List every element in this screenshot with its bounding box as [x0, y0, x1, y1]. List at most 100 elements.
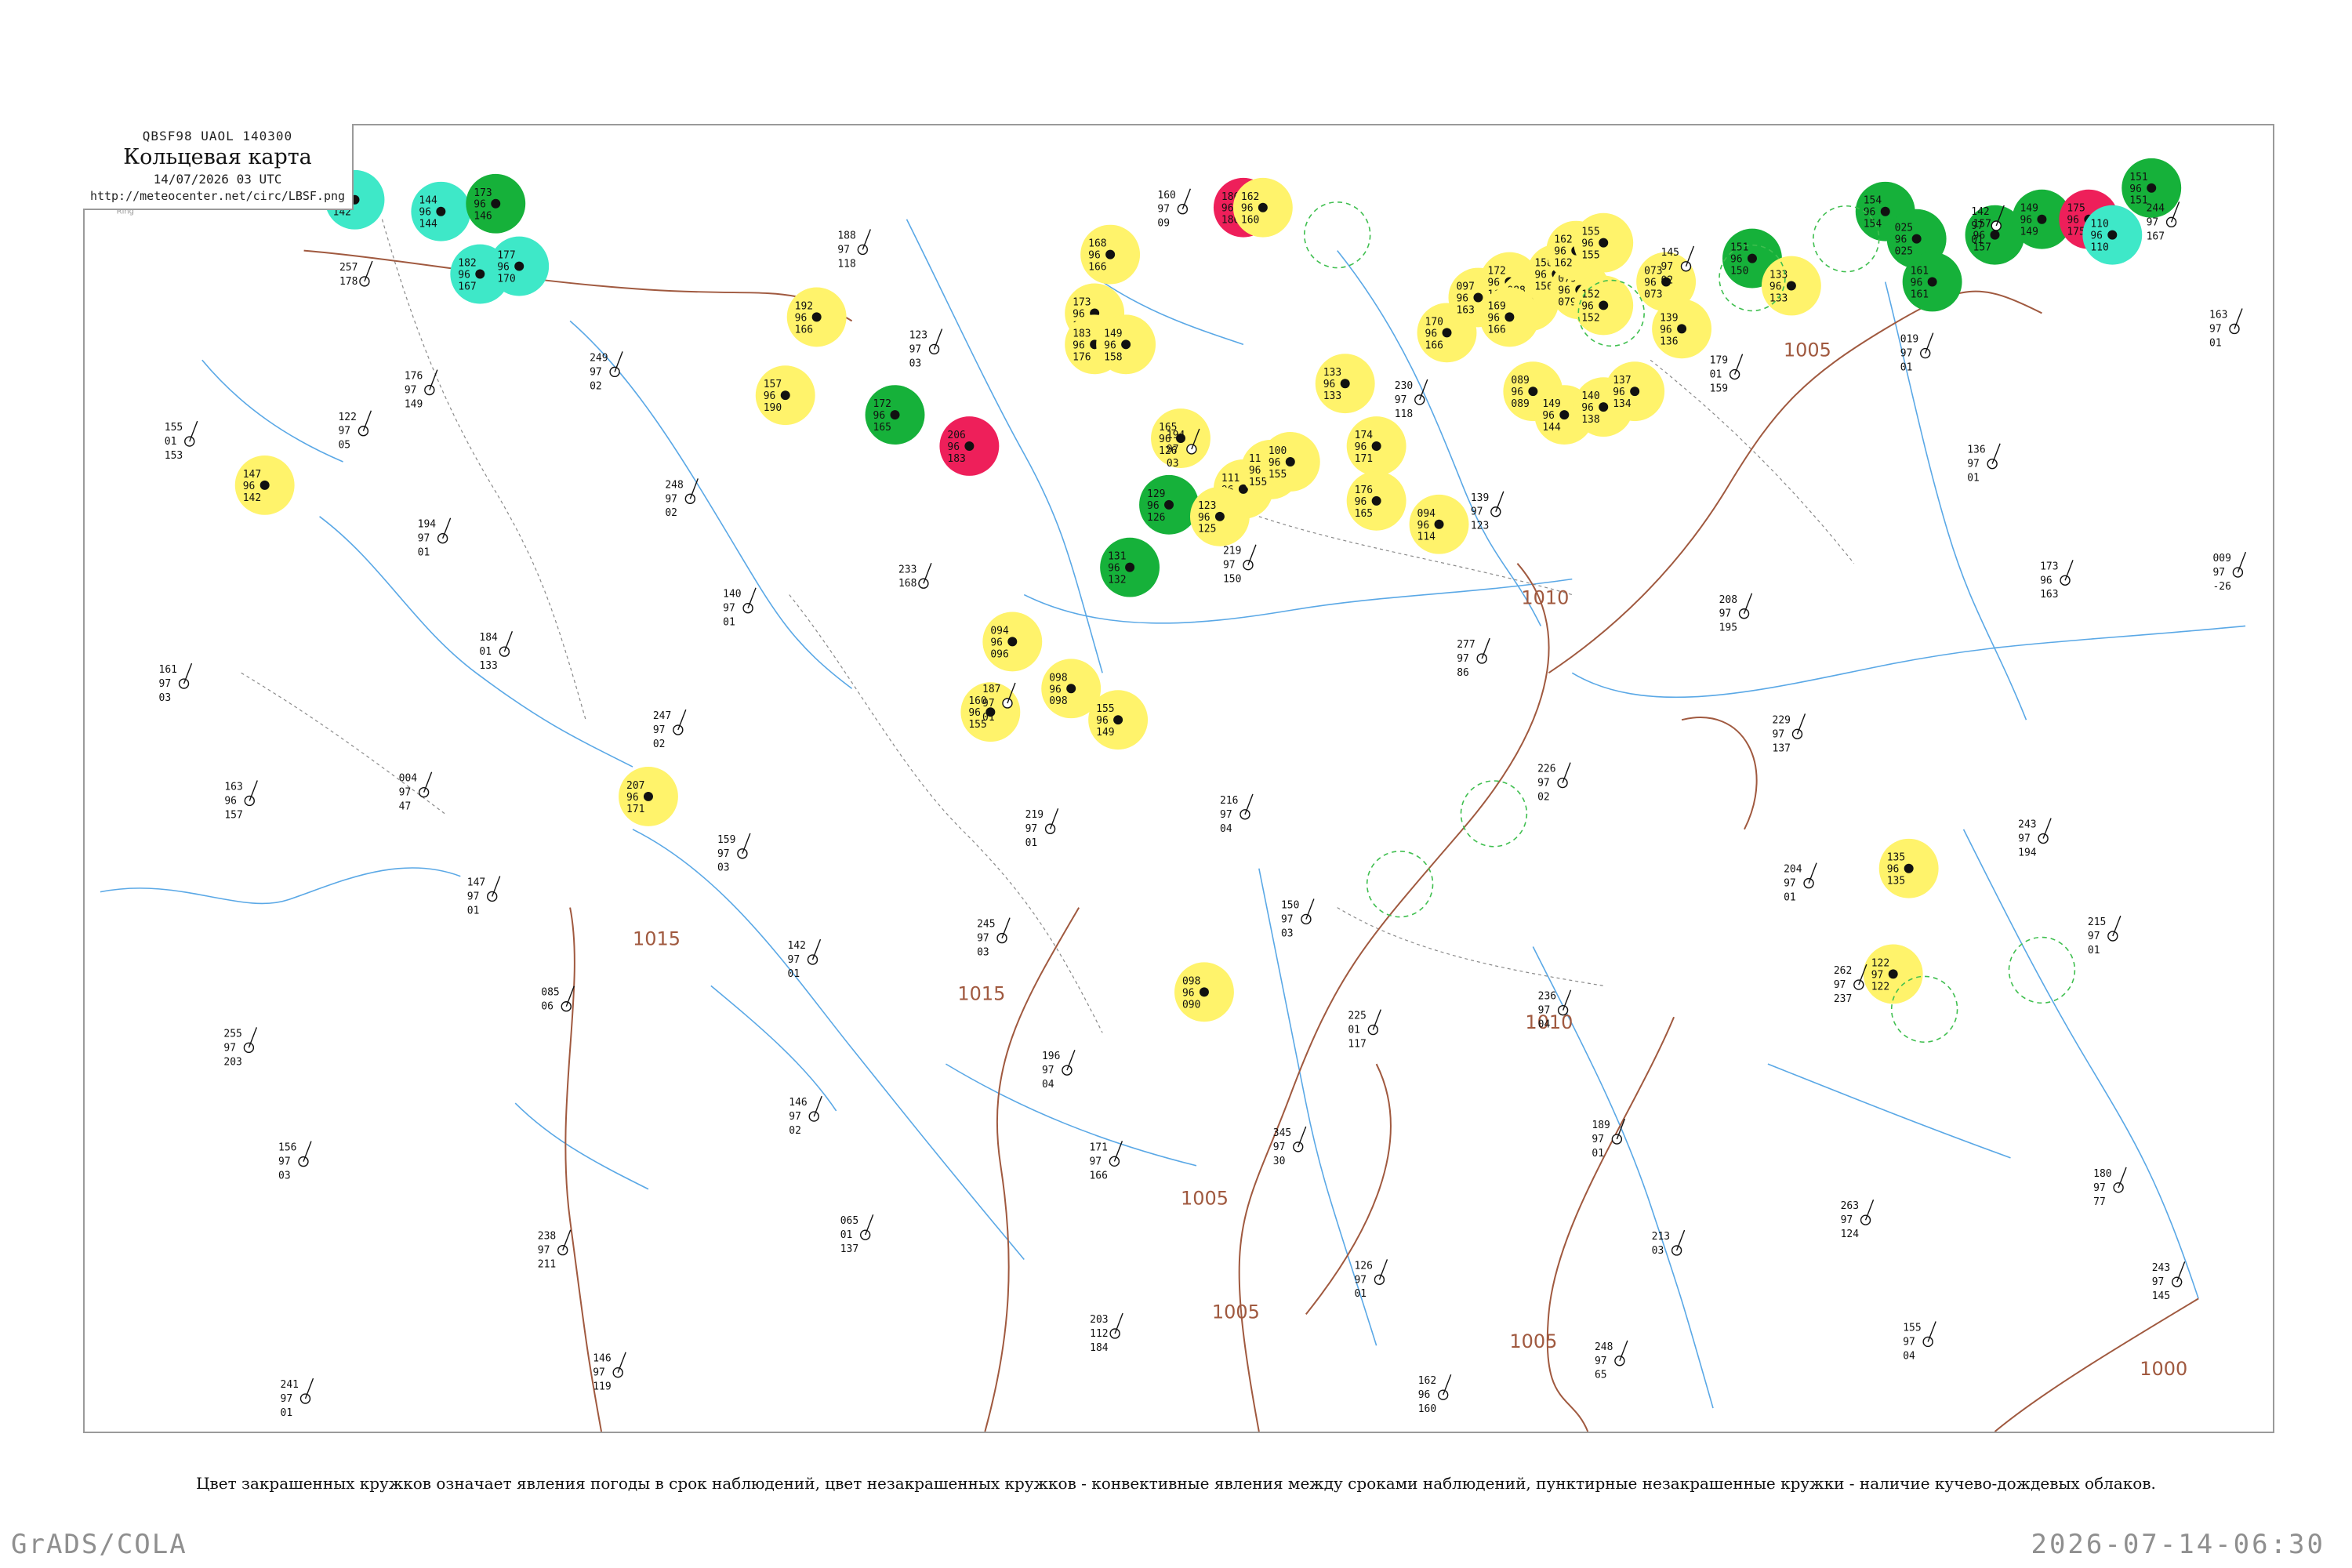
- station-plot[interactable]: 065 01 137: [840, 1214, 874, 1255]
- weather-circle-green[interactable]: 17296165: [865, 385, 925, 445]
- station-plot[interactable]: 225 01 117: [1348, 1009, 1381, 1051]
- station-plot[interactable]: 244 97 167: [2147, 201, 2180, 242]
- station-plot[interactable]: 194 97 01: [418, 517, 452, 559]
- station-plot[interactable]: 009 97 -26: [2212, 551, 2247, 593]
- station-plot[interactable]: 226 97 02: [1537, 762, 1571, 804]
- station-plot[interactable]: 163 96 157: [224, 780, 258, 822]
- station-plot[interactable]: 229 97 137: [1773, 713, 1806, 754]
- station-plot[interactable]: 155 97 04: [1903, 1321, 1936, 1363]
- station-plot[interactable]: 188 97 118: [837, 229, 871, 270]
- weather-circle-yellow[interactable]: 17696165: [1346, 470, 1406, 531]
- station-plot[interactable]: 019 97 01: [1900, 332, 1934, 374]
- station-plot[interactable]: 08506: [541, 985, 575, 1013]
- station-plot[interactable]: 203 112 184: [1090, 1312, 1123, 1354]
- station-plot[interactable]: 243 97 145: [2152, 1261, 2186, 1302]
- station-plot[interactable]: 184 01 133: [479, 630, 514, 672]
- station-plot[interactable]: 216 97 04: [1220, 793, 1254, 835]
- weather-code: 97: [1592, 1134, 1604, 1145]
- weather-circle-yellow[interactable]: 13396133: [1315, 354, 1375, 414]
- station-plot[interactable]: 150 97 03: [1281, 898, 1315, 940]
- station-plot[interactable]: 161 97 03: [159, 662, 193, 704]
- station-plot[interactable]: 277 97 86: [1457, 637, 1490, 679]
- station-plot[interactable]: 123 97 03: [909, 328, 943, 369]
- station-plot[interactable]: 215 97 01: [2088, 915, 2122, 956]
- station-plot[interactable]: 142 97 01: [788, 938, 822, 980]
- station-plot[interactable]: 004 97 47: [399, 771, 433, 813]
- weather-circle-yellow[interactable]: 15296152: [1573, 275, 1634, 336]
- source-url[interactable]: http://meteocenter.net/circ/LBSF.png: [83, 189, 352, 203]
- weather-circle-yellow[interactable]: 19296166: [786, 287, 847, 347]
- station-plot[interactable]: 247 97 02: [653, 709, 687, 750]
- station-plot[interactable]: 248 97 02: [665, 478, 699, 519]
- weather-circle-red[interactable]: 20696183: [939, 416, 1000, 476]
- station-plot[interactable]: 263 97 124: [1841, 1200, 1875, 1240]
- weather-circle-green[interactable]: 16196161: [1902, 252, 1962, 312]
- weather-circle-cyan[interactable]: 14496144: [411, 181, 471, 241]
- weather-circle-green[interactable]: 17396146: [466, 173, 526, 234]
- station-plot[interactable]: 196 97 04: [1042, 1049, 1076, 1091]
- weather-circle-yellow[interactable]: 13396133: [1761, 256, 1821, 316]
- weather-circle-yellow[interactable]: 10096155: [1260, 432, 1320, 492]
- weather-circle-yellow[interactable]: 13596135: [1878, 838, 1939, 898]
- station-plot[interactable]: 173 96 163: [2040, 560, 2074, 601]
- weather-circle-yellow[interactable]: 16296160: [1232, 177, 1293, 238]
- pressure-value: 149: [1104, 328, 1122, 339]
- station-plot[interactable]: 156 97 03: [278, 1141, 312, 1182]
- weather-circle-yellow[interactable]: 15596149: [1088, 690, 1149, 750]
- station-plot[interactable]: 248 97 65: [1595, 1340, 1628, 1381]
- station-plot[interactable]: 122 97 05: [338, 410, 372, 452]
- weather-circle-yellow[interactable]: 09896090: [1174, 962, 1234, 1022]
- station-plot[interactable]: 162 96 160: [1418, 1374, 1452, 1415]
- station-plot[interactable]: 21303: [1652, 1229, 1686, 1257]
- weather-circle-yellow[interactable]: 15596155: [1573, 212, 1634, 273]
- station-plot[interactable]: 345 97 30: [1273, 1126, 1307, 1167]
- station-plot[interactable]: 262 97 237: [1834, 964, 1867, 1005]
- weather-circle-yellow[interactable]: 13796134: [1605, 361, 1665, 422]
- station-plot[interactable]: 243 97 194: [2018, 818, 2052, 859]
- weather-circle-yellow[interactable]: 09496096: [982, 612, 1043, 672]
- weather-circle-yellow[interactable]: 16996166: [1479, 287, 1540, 347]
- station-plot[interactable]: 147 97 01: [467, 876, 501, 917]
- weather-circle-yellow[interactable]: 20796171: [619, 767, 678, 826]
- weather-circle-yellow[interactable]: 12297122: [1863, 944, 1923, 1004]
- station-plot[interactable]: 171 97 166: [1089, 1141, 1123, 1181]
- weather-circle-yellow[interactable]: 17496171: [1346, 416, 1406, 476]
- station-plot[interactable]: 204 97 01: [1784, 862, 1817, 904]
- station-plot[interactable]: 230 97 118: [1395, 379, 1428, 420]
- weather-circle-yellow[interactable]: 14996158: [1096, 314, 1156, 375]
- station-plot[interactable]: 219 97 150: [1223, 544, 1257, 586]
- station-plot[interactable]: 233168: [898, 563, 932, 590]
- weather-circle-yellow[interactable]: 13996136: [1652, 299, 1712, 359]
- weather-circle-green[interactable]: 12996126: [1139, 474, 1199, 535]
- station-plot[interactable]: 139 97 123: [1471, 491, 1504, 532]
- station-plot[interactable]: 208 97 195: [1719, 593, 1753, 634]
- station-plot[interactable]: 249 97 02: [590, 351, 623, 392]
- station-plot[interactable]: 238 97 211: [538, 1229, 572, 1271]
- weather-circle-cyan[interactable]: 11096110: [2082, 205, 2143, 265]
- station-plot[interactable]: 146 97 02: [789, 1095, 822, 1137]
- station-plot[interactable]: 257178: [339, 260, 373, 288]
- station-plot[interactable]: 126 97 01: [1354, 1259, 1388, 1300]
- station-plot[interactable]: 159 97 03: [717, 833, 751, 874]
- station-plot[interactable]: 140 97 01: [723, 587, 757, 629]
- station-plot[interactable]: 146 97 119: [593, 1352, 626, 1393]
- station-dot: [811, 312, 822, 322]
- station-plot[interactable]: 241 97 01: [281, 1377, 314, 1419]
- station-plot[interactable]: 176 97149: [405, 369, 438, 411]
- station-plot[interactable]: 179 01 159: [1710, 354, 1744, 395]
- weather-circle-green[interactable]: 13196132: [1100, 537, 1160, 597]
- station-plot[interactable]: 255 97 203: [223, 1027, 258, 1068]
- weather-circle-yellow[interactable]: 14796142: [234, 455, 295, 515]
- station-plot[interactable]: 245 97 03: [977, 917, 1011, 959]
- station-plot[interactable]: 219 97 01: [1025, 808, 1059, 849]
- station-plot[interactable]: 180 97 77: [2093, 1167, 2127, 1208]
- weather-circle-yellow[interactable]: 12396125: [1189, 486, 1250, 546]
- station-plot[interactable]: 155 01 153: [165, 420, 198, 462]
- weather-circle-yellow[interactable]: 15796190: [755, 365, 815, 426]
- weather-circle-yellow[interactable]: 16896166: [1080, 224, 1141, 285]
- station-plot[interactable]: 136 97 01: [1967, 443, 2001, 485]
- weather-circle-cyan[interactable]: 17796170: [489, 236, 550, 296]
- station-plot[interactable]: 160 97 09: [1157, 188, 1192, 230]
- station-plot[interactable]: 163 97 01: [2209, 308, 2243, 350]
- weather-circle-yellow[interactable]: 09496114: [1409, 494, 1469, 554]
